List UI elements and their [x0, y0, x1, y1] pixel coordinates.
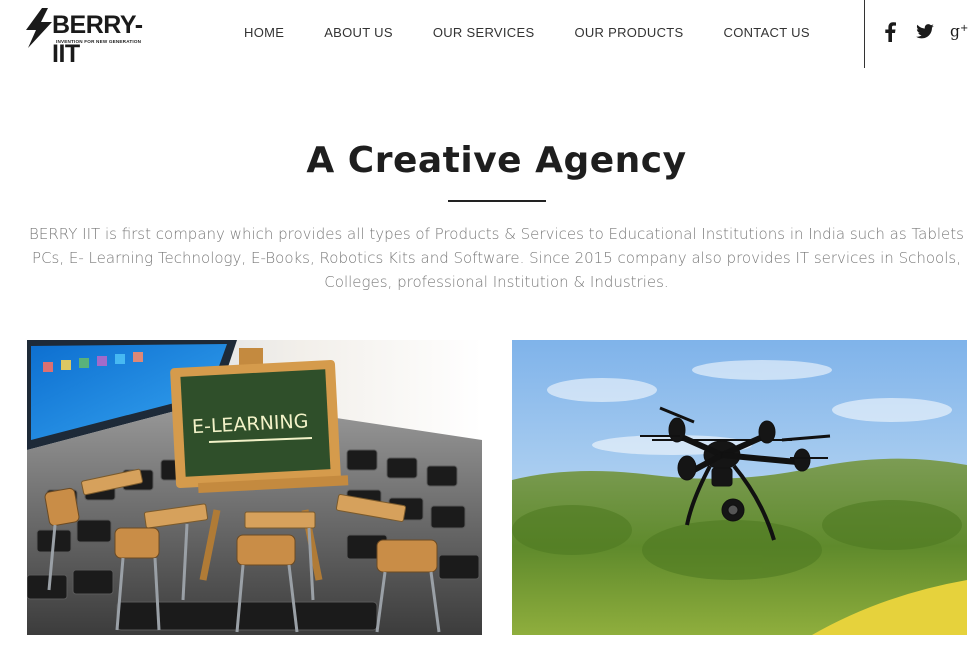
brand-tagline: INVENTION FOR NEW GENERATION: [56, 39, 142, 44]
google-plus-icon[interactable]: g +: [950, 20, 970, 44]
elearning-image: E-LEARNING: [27, 340, 482, 635]
facebook-icon[interactable]: [880, 20, 900, 44]
page-title: A Creative Agency: [306, 140, 687, 181]
nav-divider: [864, 0, 865, 68]
intro-paragraph: BERRY IIT is first company which provide…: [29, 225, 964, 291]
main-nav: HOME ABOUT US OUR SERVICES OUR PRODUCTS …: [244, 0, 810, 64]
nav-item-our-products[interactable]: OUR PRODUCTS: [574, 25, 683, 40]
title-underline: [448, 200, 546, 202]
nav-item-about-us[interactable]: ABOUT US: [324, 25, 393, 40]
site-header: BERRY-IIT INVENTION FOR NEW GENERATION H…: [0, 0, 979, 68]
twitter-icon[interactable]: [915, 20, 935, 44]
drone-image: [512, 340, 967, 635]
nav-item-our-services[interactable]: OUR SERVICES: [433, 25, 535, 40]
nav-item-contact-us[interactable]: CONTACT US: [724, 25, 810, 40]
social-links: g +: [880, 20, 970, 44]
nav-item-home[interactable]: HOME: [244, 25, 284, 40]
lightning-bolt-icon: [26, 8, 52, 48]
brand-logo[interactable]: BERRY-IIT INVENTION FOR NEW GENERATION: [22, 8, 162, 68]
svg-text:+: +: [960, 23, 968, 34]
svg-text:g: g: [950, 23, 960, 41]
